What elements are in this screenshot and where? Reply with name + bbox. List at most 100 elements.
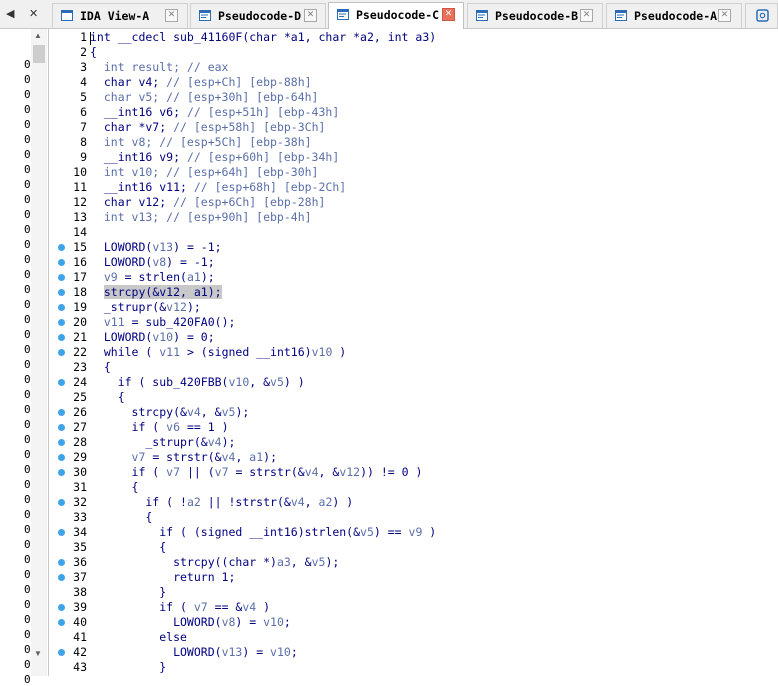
code-line[interactable]: 36 strcpy((char *)a3, &v5); [49,555,778,570]
tab-pseudocode-c[interactable]: Pseudocode-C ✕ [328,2,464,29]
code-line[interactable]: 41 else [49,630,778,645]
tab-label: Pseudocode-C [356,8,440,22]
tab-label: Pseudocode-B [495,9,579,23]
code-text: __int16 v6; // [esp+51h] [ebp-43h] [90,105,339,120]
code-line[interactable]: 33 { [49,510,778,525]
tab-close-icon[interactable]: ✕ [442,8,455,21]
code-identifier: a2 [318,495,333,509]
tab-close-icon[interactable]: ✕ [165,9,178,22]
code-line[interactable]: 1 int __cdecl sub_41160F(char *a1, char *… [49,30,778,45]
code-text: int result; // eax [90,60,229,75]
side-scrollbar[interactable]: ▲ ▼ [31,29,47,676]
pseudocode-view[interactable]: 1 int __cdecl sub_41160F(char *a1, char *… [49,29,778,676]
code-line[interactable]: 6 __int16 v6; // [esp+51h] [ebp-43h] [49,105,778,120]
code-line[interactable]: 13 int v13; // [esp+90h] [ebp-4h] [49,210,778,225]
code-line[interactable]: 21 LOWORD(v10) = 0; [49,330,778,345]
tab-close-icon[interactable]: ✕ [580,9,593,22]
code-identifier: int v13; // [esp+90h] [ebp-4h] [90,210,312,224]
side-value: 0 [24,493,31,506]
code-token: ) ) [332,495,354,509]
code-token: return 1; [90,570,236,584]
line-number: 18 [73,285,87,299]
line-number: 42 [73,645,87,659]
line-number: 7 [80,120,87,134]
code-token: __int16 v6; [90,105,187,119]
code-text: if ( !a2 || !strstr(&v4, a2) ) [90,495,353,510]
code-line[interactable]: 20 v11 = sub_420FA0(); [49,315,778,330]
side-value: 0 [24,163,31,176]
code-line[interactable]: 4 char v4; // [esp+Ch] [ebp-88h] [49,75,778,90]
code-identifier: // [esp+68h] [ebp-2Ch] [193,180,347,194]
code-line[interactable]: 5 char v5; // [esp+30h] [ebp-64h] [49,90,778,105]
line-number: 19 [73,300,87,314]
code-line[interactable]: 38 } [49,585,778,600]
tab-ida-view-a[interactable]: IDA View-A ✕ [52,3,188,28]
code-line[interactable]: 15 LOWORD(v13) = -1; [49,240,778,255]
code-text: _strupr(&v4); [90,435,235,450]
tab-close-icon[interactable]: ✕ [304,9,317,22]
code-line[interactable]: 42 LOWORD(v13) = v10; [49,645,778,660]
code-line[interactable]: 28 _strupr(&v4); [49,435,778,450]
code-line[interactable]: 14 [49,225,778,240]
scroll-up-arrow-icon[interactable]: ▲ [34,31,42,40]
code-line[interactable]: 18 strcpy(&v12, a1); [49,285,778,300]
scroll-down-arrow-icon[interactable]: ▼ [34,649,42,658]
code-line[interactable]: 37 return 1; [49,570,778,585]
code-line[interactable]: 40 LOWORD(v8) = v10; [49,615,778,630]
code-line[interactable]: 39 if ( v7 == &v4 ) [49,600,778,615]
code-text: LOWORD(v10) = 0; [90,330,215,345]
code-line[interactable]: 3 int result; // eax [49,60,778,75]
code-line[interactable]: 26 strcpy(&v4, &v5); [49,405,778,420]
tab-close-icon[interactable]: ✕ [718,9,731,22]
code-line[interactable]: 12 char v12; // [esp+6Ch] [ebp-28h] [49,195,778,210]
tab-label: IDA View-A [80,9,150,23]
code-line[interactable]: 25 { [49,390,778,405]
code-line[interactable]: 30 if ( v7 || (v7 = strstr(&v4, &v12)) !… [49,465,778,480]
code-line[interactable]: 10 int v10; // [esp+64h] [ebp-30h] [49,165,778,180]
line-number: 2 [80,45,87,59]
code-line[interactable]: 22 while ( v11 > (signed __int16)v10 ) [49,345,778,360]
side-value: 0 [24,118,31,131]
tab-overflow[interactable] [745,3,778,28]
code-identifier: // [esp+58h] [ebp-3Ch] [173,120,326,134]
code-line[interactable]: 8 int v8; // [esp+5Ch] [ebp-38h] [49,135,778,150]
tab-pseudocode-b[interactable]: Pseudocode-B ✕ [467,3,603,28]
close-all-icon[interactable]: ✕ [29,7,38,20]
line-number: 8 [80,135,87,149]
side-value: 0 [24,268,31,281]
tab-pseudocode-d[interactable]: Pseudocode-D ✕ [190,3,326,28]
code-line[interactable]: 24 if ( sub_420FBB(v10, &v5) ) [49,375,778,390]
tab-pseudocode-a[interactable]: Pseudocode-A ✕ [606,3,742,28]
code-line[interactable]: 43 } [49,660,778,675]
code-identifier: v5 [360,525,374,539]
code-line[interactable]: 16 LOWORD(v8) = -1; [49,255,778,270]
code-line[interactable]: 23 { [49,360,778,375]
code-line[interactable]: 34 if ( (signed __int16)strlen(&v5) == v… [49,525,778,540]
code-line[interactable]: 9 __int16 v9; // [esp+60h] [ebp-34h] [49,150,778,165]
code-text: { [90,480,139,495]
code-identifier: v5 [270,375,284,389]
code-line[interactable]: 27 if ( v6 == 1 ) [49,420,778,435]
code-token: else [90,630,187,644]
code-text: LOWORD(v13) = v10; [90,645,298,660]
code-identifier: v4 [186,405,201,419]
code-line[interactable]: 19 _strupr(&v12); [49,300,778,315]
side-value: 0 [24,448,31,461]
side-value: 0 [24,418,31,431]
code-line[interactable]: 11 __int16 v11; // [esp+68h] [ebp-2Ch] [49,180,778,195]
code-line[interactable]: 29 v7 = strstr(&v4, a1); [49,450,778,465]
tab-list-left-arrow-icon[interactable]: ◀ [6,7,14,20]
code-line[interactable]: 35 { [49,540,778,555]
code-identifier: v10 [263,615,284,629]
code-token: { [90,510,153,524]
side-value: 0 [24,673,31,686]
code-line[interactable]: 31 { [49,480,778,495]
code-line[interactable]: 32 if ( !a2 || !strstr(&v4, a2) ) [49,495,778,510]
code-token: int __cdecl sub_41160F(char *a1, char *a… [90,30,437,44]
code-line[interactable]: 2{ [49,45,778,60]
code-line[interactable]: 7 char *v7; // [esp+58h] [ebp-3Ch] [49,120,778,135]
code-line[interactable]: 17 v9 = strlen(a1); [49,270,778,285]
scroll-thumb[interactable] [33,45,45,63]
code-token: ); [221,435,236,449]
